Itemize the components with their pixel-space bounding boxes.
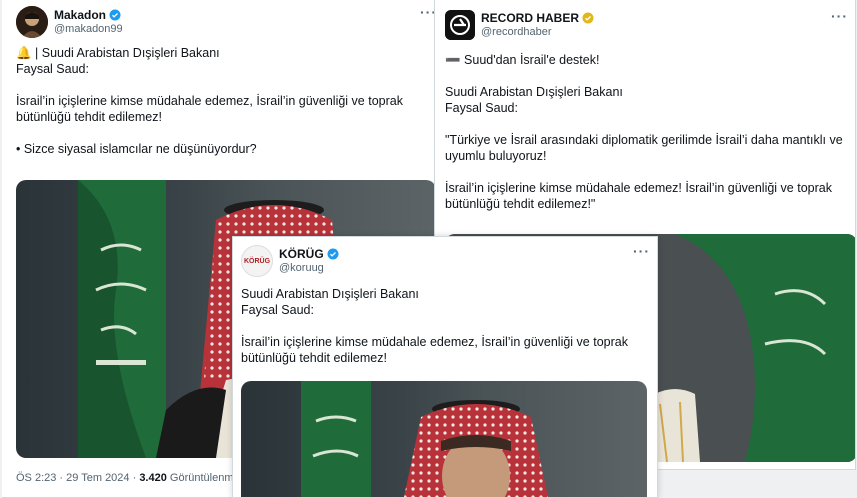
display-name[interactable]: RECORD HABER	[481, 11, 579, 25]
text-line: • Sizce siyasal islamcılar ne düşünüyord…	[16, 142, 257, 156]
verified-badge-icon	[109, 9, 121, 21]
text-line: uyumlu buluyoruz!	[445, 149, 547, 163]
verified-badge-icon	[327, 248, 339, 260]
text-line: ➖ Suud'dan İsrail'e destek!	[445, 53, 600, 67]
avatar[interactable]	[445, 10, 475, 40]
tweet-text: ➖ Suud'dan İsrail'e destek! Suudi Arabis…	[445, 52, 855, 212]
text-line: İsrail’in içişlerine kimse müdahale edem…	[241, 335, 628, 349]
text-line: Suudi Arabistan Dışişleri Bakanı	[241, 287, 419, 301]
text-line: Faysal Saud:	[445, 101, 518, 115]
text-line: Suudi Arabistan Dışişleri Bakanı	[445, 85, 623, 99]
tweet-header: Makadon @makadon99	[16, 6, 123, 38]
timestamp[interactable]: ÖS 2:23 · 29 Tem 2024 ·	[16, 472, 139, 484]
avatar-logo-text: KÖRÜG	[243, 257, 271, 265]
text-line: İsrail’in içişlerine kimse müdahale edem…	[16, 94, 403, 108]
user-handle[interactable]: @makadon99	[54, 22, 123, 36]
tweet-text: 🔔 | Suudi Arabistan Dışişleri Bakanı Fay…	[16, 45, 436, 157]
user-handle[interactable]: @recordhaber	[481, 25, 594, 39]
text-line: "Türkiye ve İsrail arasındaki diplomatik…	[445, 133, 843, 147]
text-line: Faysal Saud:	[16, 62, 89, 76]
tweet-meta: ÖS 2:23 · 29 Tem 2024 · 3.420 Görüntülen…	[16, 472, 240, 484]
display-name[interactable]: KÖRÜG	[279, 247, 324, 261]
tweet-header: KÖRÜG KÖRÜG @koruug	[241, 245, 339, 277]
text-line: bütünlüğü tehdit edilemez!	[241, 351, 387, 365]
verified-badge-gold-icon	[582, 12, 594, 24]
text-line: bütünlüğü tehdit edilemez!"	[445, 197, 596, 211]
text-line: Faysal Saud:	[241, 303, 314, 317]
more-options-icon[interactable]: ···	[633, 243, 650, 259]
display-name[interactable]: Makadon	[54, 8, 106, 22]
views-count: 3.420	[139, 472, 167, 484]
text-line: İsrail’in içişlerine kimse müdahale edem…	[445, 181, 832, 195]
tweet-koruug[interactable]: KÖRÜG KÖRÜG @koruug ··· Suudi Arabistan …	[232, 236, 658, 498]
more-options-icon[interactable]: ···	[831, 8, 848, 24]
text-line: bütünlüğü tehdit edilemez!	[16, 110, 162, 124]
text-line: 🔔 | Suudi Arabistan Dışişleri Bakanı	[16, 46, 220, 60]
tweet-text: Suudi Arabistan Dışişleri Bakanı Faysal …	[241, 286, 655, 366]
avatar[interactable]	[16, 6, 48, 38]
avatar[interactable]: KÖRÜG	[241, 245, 273, 277]
tweet-photo[interactable]	[241, 381, 647, 497]
tweet-header: RECORD HABER @recordhaber	[445, 10, 594, 40]
views-label: Görüntülenme	[166, 472, 240, 484]
user-handle[interactable]: @koruug	[279, 261, 339, 275]
